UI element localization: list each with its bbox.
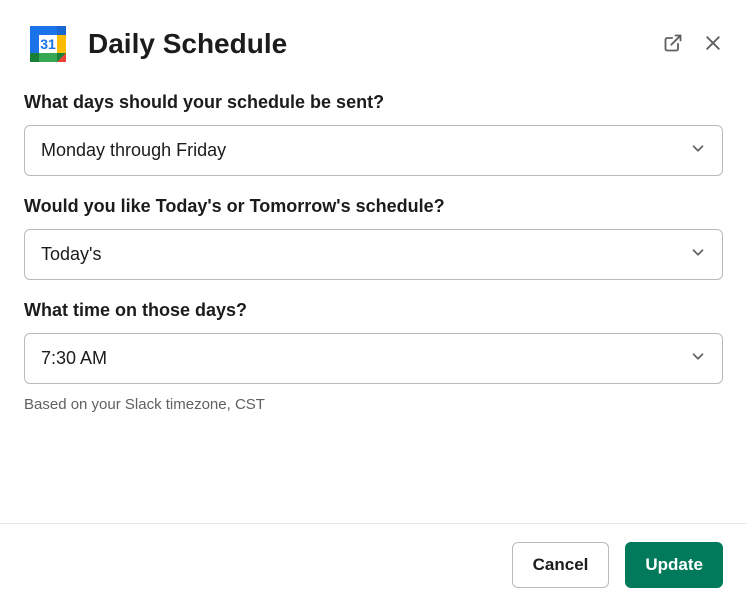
days-select[interactable]: Monday through Friday — [24, 125, 723, 176]
update-button[interactable]: Update — [625, 542, 723, 588]
modal-footer: Cancel Update — [0, 523, 747, 606]
modal-title: Daily Schedule — [88, 28, 663, 60]
open-external-button[interactable] — [663, 33, 683, 56]
close-button[interactable] — [703, 33, 723, 56]
which-schedule-select-wrapper: Today's — [24, 229, 723, 280]
which-schedule-label: Would you like Today's or Tomorrow's sch… — [24, 196, 723, 217]
days-label: What days should your schedule be sent? — [24, 92, 723, 113]
svg-text:31: 31 — [40, 36, 56, 52]
modal-body: What days should your schedule be sent? … — [0, 84, 747, 523]
google-calendar-icon: 31 — [24, 20, 72, 68]
external-link-icon — [663, 33, 683, 56]
time-select-wrapper: 7:30 AM — [24, 333, 723, 384]
time-select[interactable]: 7:30 AM — [24, 333, 723, 384]
form-group-days: What days should your schedule be sent? … — [24, 92, 723, 176]
close-icon — [703, 33, 723, 56]
time-label: What time on those days? — [24, 300, 723, 321]
days-select-wrapper: Monday through Friday — [24, 125, 723, 176]
form-group-time: What time on those days? 7:30 AM Based o… — [24, 300, 723, 413]
header-actions — [663, 33, 723, 56]
modal-header: 31 Daily Schedule — [0, 0, 747, 84]
which-schedule-select[interactable]: Today's — [24, 229, 723, 280]
cancel-button[interactable]: Cancel — [512, 542, 610, 588]
form-group-which-schedule: Would you like Today's or Tomorrow's sch… — [24, 196, 723, 280]
time-hint: Based on your Slack timezone, CST — [24, 396, 723, 413]
